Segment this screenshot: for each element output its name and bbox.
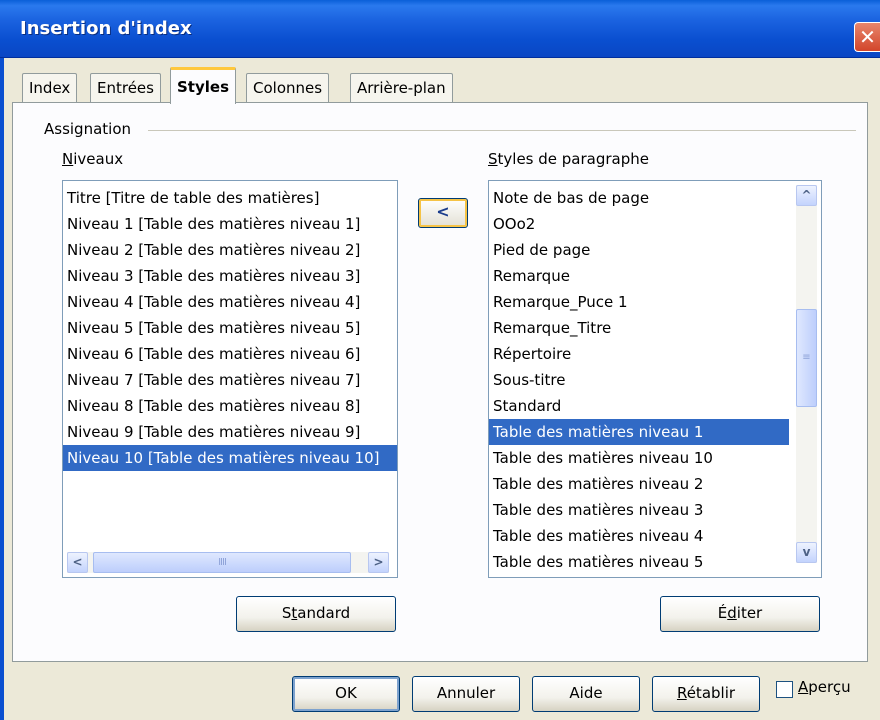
list-item[interactable]: Standard <box>489 393 789 419</box>
list-item[interactable]: Remarque_Puce 1 <box>489 289 789 315</box>
list-item[interactable]: Niveau 8 [Table des matières niveau 8] <box>63 393 397 419</box>
levels-label: Niveaux <box>62 150 123 168</box>
list-item[interactable]: Niveau 3 [Table des matières niveau 3] <box>63 263 397 289</box>
list-item[interactable]: Table des matières niveau 2 <box>489 471 789 497</box>
styles-vscrollbar[interactable]: ^ ≡ v <box>796 185 817 563</box>
list-item[interactable]: Niveau 4 [Table des matières niveau 4] <box>63 289 397 315</box>
reset-label-mnemonic: R <box>676 684 687 702</box>
levels-list[interactable]: Titre [Titre de table des matières] Nive… <box>62 180 398 578</box>
list-item[interactable]: Sous-titre <box>489 367 789 393</box>
tab-entrees[interactable]: Entrées <box>90 73 161 103</box>
scroll-up-icon[interactable]: ^ <box>796 185 817 206</box>
list-item[interactable]: Répertoire <box>489 341 789 367</box>
reset-label-text: établir <box>686 684 736 702</box>
tab-arriere-plan[interactable]: Arrière-plan <box>350 73 453 103</box>
standard-label-a: S <box>281 604 292 622</box>
scroll-thumb[interactable]: ≡ <box>796 309 817 407</box>
list-item-selected[interactable]: Niveau 10 [Table des matières niveau 10] <box>63 445 397 471</box>
list-item[interactable]: Niveau 1 [Table des matières niveau 1] <box>63 211 397 237</box>
list-item[interactable]: Niveau 5 [Table des matières niveau 5] <box>63 315 397 341</box>
list-item[interactable]: Table des matières niveau 10 <box>489 445 789 471</box>
paragraph-styles-label: Styles de paragraphe <box>488 150 649 168</box>
ok-button[interactable]: OK <box>292 676 400 712</box>
paragraph-styles-list[interactable]: Note de bas de page OOo2 Pied de page Re… <box>488 180 822 578</box>
tab-index[interactable]: Index <box>22 73 78 103</box>
scroll-right-icon[interactable]: > <box>368 552 389 573</box>
levels-hscrollbar[interactable]: < IIII > <box>67 552 389 573</box>
preview-label-text: perçu <box>808 678 851 696</box>
title-bar: Insertion d'index ✕ <box>0 0 880 58</box>
tab-colonnes[interactable]: Colonnes <box>246 73 330 103</box>
styles-label-text: tyles de paragraphe <box>497 150 649 168</box>
list-item[interactable]: Remarque <box>489 263 789 289</box>
list-item[interactable]: Niveau 7 [Table des matières niveau 7] <box>63 367 397 393</box>
levels-label-text: iveaux <box>73 150 124 168</box>
assignation-group-label: Assignation <box>44 120 136 138</box>
levels-label-mnemonic: N <box>62 150 74 168</box>
list-item[interactable]: Niveau 6 [Table des matières niveau 6] <box>63 341 397 367</box>
list-item[interactable]: Remarque_Titre <box>489 315 789 341</box>
list-item[interactable]: Pied de page <box>489 237 789 263</box>
list-item[interactable]: Niveau 2 [Table des matières niveau 2] <box>63 237 397 263</box>
list-item[interactable]: Niveau 9 [Table des matières niveau 9] <box>63 419 397 445</box>
tab-styles[interactable]: Styles <box>170 67 236 104</box>
standard-button[interactable]: Standard <box>236 596 396 632</box>
styles-label-mnemonic: S <box>488 150 498 168</box>
edit-label-b: iter <box>736 604 763 622</box>
scroll-down-icon[interactable]: v <box>796 542 817 563</box>
edit-label-a: É <box>717 604 728 622</box>
help-button[interactable]: Aide <box>532 676 640 712</box>
list-item[interactable]: Table des matières niveau 4 <box>489 523 789 549</box>
list-item[interactable]: Note de bas de page <box>489 185 789 211</box>
cancel-button[interactable]: Annuler <box>412 676 520 712</box>
list-item[interactable]: OOo2 <box>489 211 789 237</box>
window-frame <box>0 58 4 720</box>
list-item-selected[interactable]: Table des matières niveau 1 <box>489 419 789 445</box>
preview-label[interactable]: Aperçu <box>798 678 851 696</box>
preview-label-mnemonic: A <box>798 678 809 696</box>
standard-label-b: andard <box>297 604 351 622</box>
edit-label-mnemonic: d <box>727 604 737 622</box>
assign-style-button[interactable]: < <box>418 198 468 228</box>
window-title: Insertion d'index <box>20 18 192 39</box>
list-item[interactable]: Table des matières niveau 3 <box>489 497 789 523</box>
list-item[interactable]: Table des matières niveau 5 <box>489 549 789 575</box>
list-item[interactable]: Titre [Titre de table des matières] <box>63 185 397 211</box>
group-divider <box>148 130 856 131</box>
preview-checkbox[interactable] <box>776 681 793 698</box>
scroll-thumb[interactable]: IIII <box>93 552 351 573</box>
close-icon[interactable]: ✕ <box>854 22 880 52</box>
edit-button[interactable]: Éditer <box>660 596 820 632</box>
scroll-left-icon[interactable]: < <box>67 552 88 573</box>
reset-button[interactable]: Rétablir <box>652 676 760 712</box>
